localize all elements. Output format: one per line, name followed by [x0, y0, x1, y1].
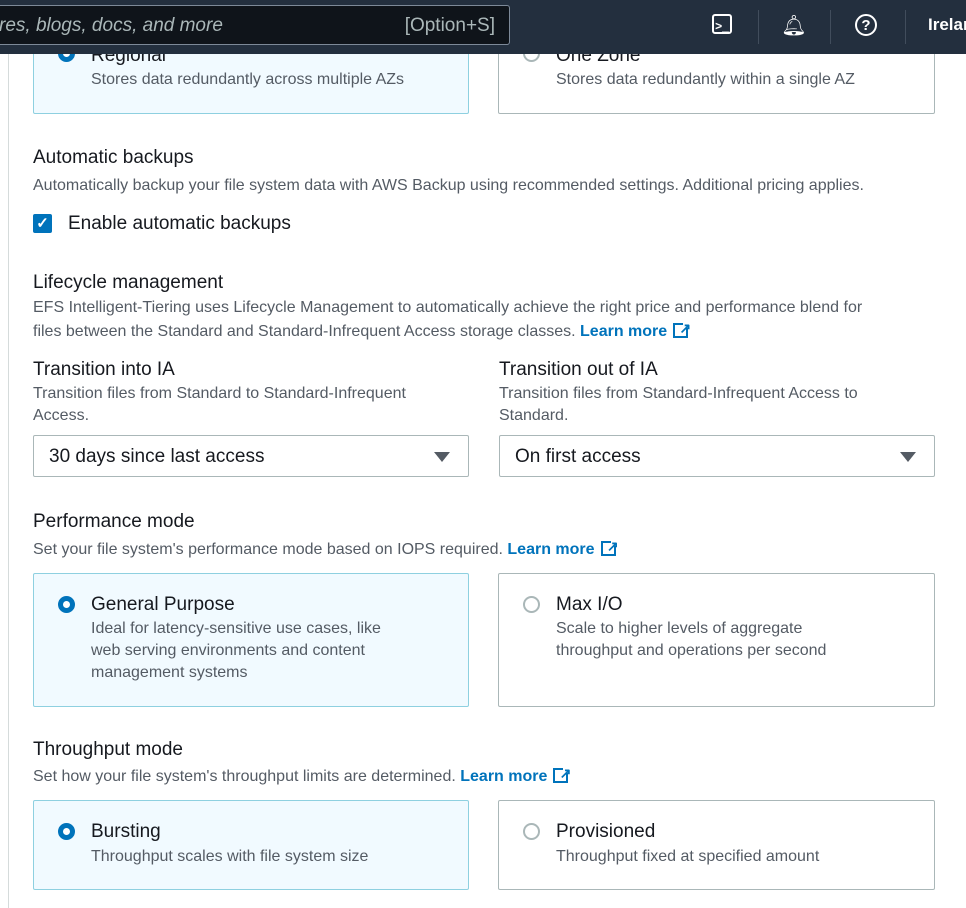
section-title: Automatic backups: [33, 147, 194, 168]
top-nav-bar: res, blogs, docs, and more [Option+S] >_…: [0, 0, 966, 54]
option-label: Provisioned: [556, 821, 656, 842]
help-icon[interactable]: ?: [853, 13, 879, 39]
search-shortcut: [Option+S]: [404, 15, 495, 36]
throughput-option-bursting[interactable]: Bursting Throughput scales with file sys…: [33, 800, 469, 890]
divider: [758, 10, 759, 44]
option-description: Scale to higher levels of aggregate throu…: [556, 620, 827, 659]
option-description: Ideal for latency-sensitive use cases, l…: [91, 620, 381, 681]
option-label: Bursting: [91, 821, 161, 842]
field-label: Transition into IA: [33, 359, 175, 380]
divider: [8, 54, 9, 908]
section-title: Throughput mode: [33, 739, 183, 760]
divider: [905, 10, 906, 44]
performance-option-general-purpose[interactable]: General Purpose Ideal for latency-sensit…: [33, 573, 469, 707]
caret-down-icon: [434, 452, 450, 462]
section-title: Performance mode: [33, 511, 195, 532]
option-description: Stores data redundantly within a single …: [556, 71, 855, 88]
section-description: Automatically backup your file system da…: [33, 177, 864, 194]
cloudshell-icon[interactable]: >_: [709, 13, 735, 39]
learn-more-link[interactable]: Learn more: [580, 316, 691, 340]
bell-icon[interactable]: 🔔︎: [781, 13, 807, 39]
transition-out-of-ia-select[interactable]: On first access: [499, 435, 935, 477]
section-description: files between the Standard and Standard-…: [33, 316, 691, 344]
external-link-icon: [673, 316, 691, 340]
throughput-option-provisioned[interactable]: Provisioned Throughput fixed at specifie…: [498, 800, 935, 890]
radio-button[interactable]: [523, 823, 540, 840]
option-description: Throughput scales with file system size: [91, 848, 369, 865]
search-input[interactable]: res, blogs, docs, and more [Option+S]: [0, 5, 510, 45]
field-label: Transition out of IA: [499, 359, 658, 380]
transition-into-ia-select[interactable]: 30 days since last access: [33, 435, 469, 477]
field-description: Transition files from Standard-Infrequen…: [499, 385, 858, 424]
region-selector[interactable]: Irelan: [928, 15, 966, 35]
option-label: General Purpose: [91, 594, 235, 615]
section-title: Lifecycle management: [33, 272, 224, 293]
external-link-icon: [553, 761, 571, 785]
section-description: Set how your file system's throughput li…: [33, 761, 571, 789]
divider: [830, 10, 831, 44]
section-description: Set your file system's performance mode …: [33, 534, 619, 562]
option-description: Throughput fixed at specified amount: [556, 848, 820, 865]
option-label: Max I/O: [556, 594, 623, 615]
field-description: Transition files from Standard to Standa…: [33, 385, 406, 424]
checkbox-label[interactable]: Enable automatic backups: [68, 213, 291, 235]
performance-option-max-io[interactable]: Max I/O Scale to higher levels of aggreg…: [498, 573, 935, 707]
backup-checkbox[interactable]: ✓: [33, 214, 52, 233]
learn-more-link[interactable]: Learn more: [507, 534, 619, 558]
section-description: EFS Intelligent-Tiering uses Lifecycle M…: [33, 299, 863, 316]
option-description: Stores data redundantly across multiple …: [91, 71, 405, 88]
external-link-icon: [600, 534, 619, 558]
caret-down-icon: [900, 452, 916, 462]
learn-more-link[interactable]: Learn more: [460, 761, 571, 785]
search-placeholder: res, blogs, docs, and more: [0, 15, 223, 36]
radio-button[interactable]: [523, 596, 540, 613]
radio-button[interactable]: [58, 596, 75, 613]
radio-button[interactable]: [58, 823, 75, 840]
